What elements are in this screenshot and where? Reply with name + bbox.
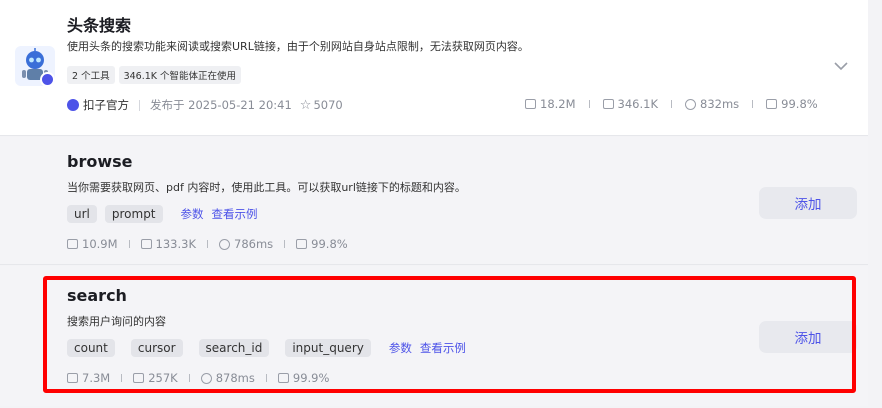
success-stat: 99.9%: [277, 371, 329, 385]
latency-stat: 786ms: [219, 237, 273, 251]
success-stat: 99.8%: [296, 237, 348, 251]
star-count: 5070: [313, 98, 343, 112]
tool-card-search: search 搜索用户询问的内容 count cursor search_id …: [0, 266, 868, 406]
param-tag-prompt: prompt: [104, 205, 163, 223]
view-example-link[interactable]: 查看示例: [212, 206, 258, 222]
params-link[interactable]: 参数: [181, 206, 204, 222]
tool-params: url prompt 参数 查看示例: [67, 205, 258, 223]
message-icon: [277, 373, 289, 383]
star-icon[interactable]: ☆: [300, 98, 312, 113]
param-tag-input-query: input_query: [285, 339, 371, 357]
tool-stats: 10.9M 133.3K 786ms 99.8%: [67, 237, 348, 251]
param-tag-count: count: [67, 339, 115, 357]
clock-icon: [200, 372, 212, 384]
runs-icon: [67, 239, 78, 249]
view-example-link[interactable]: 查看示例: [420, 340, 466, 356]
param-tag-search-id: search_id: [198, 339, 270, 357]
runs-icon: [525, 99, 536, 109]
official-icon: [67, 99, 79, 111]
runs-icon: [67, 373, 78, 383]
author[interactable]: 扣子官方: [67, 97, 129, 113]
plugin-description: 使用头条的搜索功能来阅读或搜索URL链接，由于个别网站自身站点限制，无法获取网页…: [67, 40, 529, 53]
message-icon: [766, 99, 778, 109]
message-icon: [296, 239, 308, 249]
tool-title: browse: [67, 152, 133, 171]
plugin-title: 头条搜索: [67, 16, 132, 35]
plugin-card[interactable]: 头条搜索 使用头条的搜索功能来阅读或搜索URL链接，由于个别网站自身站点限制，无…: [0, 0, 868, 136]
params-link[interactable]: 参数: [389, 340, 412, 356]
bots-stat: 346.1K: [602, 97, 658, 111]
divider: [139, 99, 140, 111]
clock-icon: [219, 238, 230, 250]
bot-icon: [140, 239, 152, 249]
bots-stat: 133.3K: [140, 237, 196, 251]
latency-stat: 832ms: [685, 97, 739, 111]
bot-icon: [133, 373, 145, 383]
official-badge-icon: [40, 72, 55, 87]
plugin-tags: 2 个工具 346.1K 个智能体正在使用: [67, 66, 242, 84]
tool-stats: 7.3M 257K 878ms 99.9%: [67, 371, 329, 385]
tool-description: 搜索用户询问的内容: [67, 315, 166, 328]
bot-usage-tag: 346.1K 个智能体正在使用: [118, 66, 242, 84]
param-tag-cursor: cursor: [130, 339, 183, 357]
add-button[interactable]: 添加: [759, 321, 857, 353]
bots-stat: 257K: [133, 371, 178, 385]
tool-title: search: [67, 286, 127, 305]
runs-stat: 7.3M: [67, 371, 110, 385]
chevron-down-icon[interactable]: [833, 58, 849, 74]
runs-stat: 18.2M: [525, 97, 576, 111]
publish-time: 发布于 2025-05-21 20:41: [150, 98, 292, 112]
param-tag-url: url: [67, 205, 97, 223]
runs-stat: 10.9M: [67, 237, 118, 251]
plugin-meta: 扣子官方 发布于 2025-05-21 20:41 ☆ 5070: [67, 97, 343, 113]
add-button[interactable]: 添加: [759, 187, 857, 219]
clock-icon: [685, 98, 696, 110]
author-name: 扣子官方: [83, 98, 129, 112]
tool-count-tag: 2 个工具: [67, 66, 115, 84]
tool-description: 当你需要获取网页、pdf 内容时，使用此工具。可以获取url链接下的标题和内容。: [67, 181, 466, 194]
tool-params: count cursor search_id input_query 参数 查看…: [67, 339, 466, 357]
tool-card-browse: browse 当你需要获取网页、pdf 内容时，使用此工具。可以获取url链接下…: [0, 137, 868, 265]
latency-stat: 878ms: [200, 371, 255, 385]
bot-icon: [602, 99, 614, 109]
success-stat: 99.8%: [766, 97, 818, 111]
plugin-stats: 18.2M 346.1K 832ms 99.8%: [525, 97, 818, 111]
